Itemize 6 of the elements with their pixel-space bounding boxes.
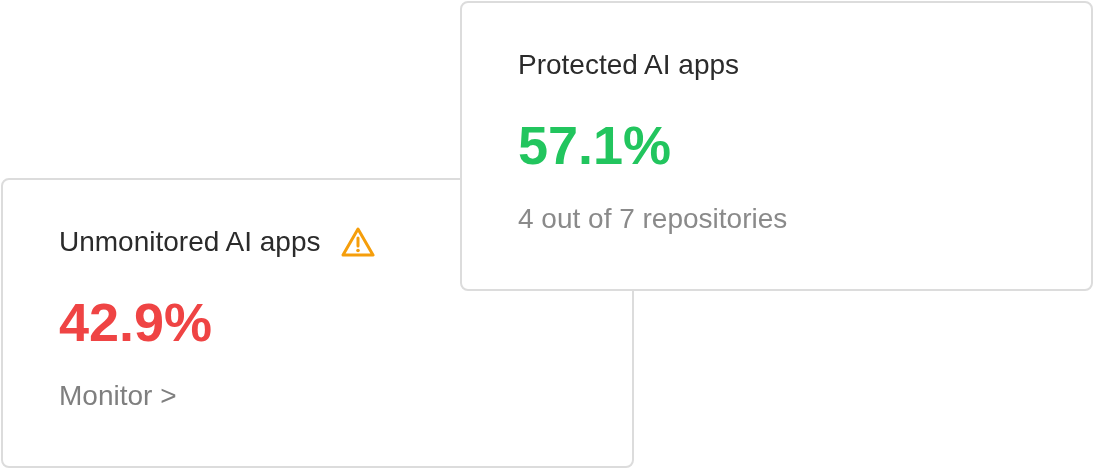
percentage-value: 42.9%	[59, 291, 214, 354]
percentage-value: 57.1%	[518, 114, 673, 177]
card-caption: 4 out of 7 repositories	[518, 203, 789, 235]
monitor-link[interactable]: Monitor >	[59, 380, 177, 412]
card-title: Unmonitored AI apps	[59, 226, 321, 258]
card-title: Protected AI apps	[518, 49, 740, 81]
